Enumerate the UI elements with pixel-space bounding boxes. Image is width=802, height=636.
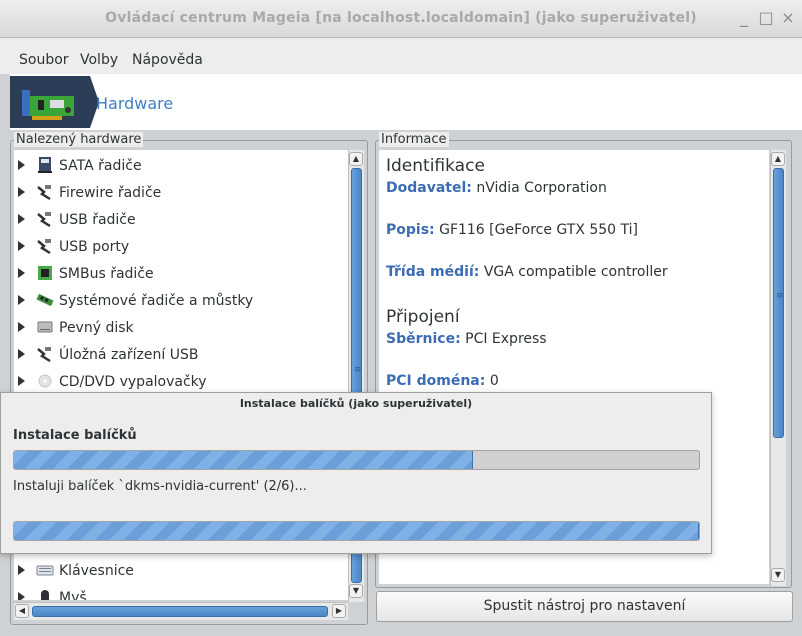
tree-item-label: Klávesnice bbox=[59, 563, 134, 579]
tree-item-system-controllers[interactable]: Systémové řadiče a můstky bbox=[14, 288, 348, 315]
scroll-down-button[interactable]: ▼ bbox=[349, 584, 363, 598]
tree-item-label: SATA řadiče bbox=[59, 158, 142, 174]
info-row-media-class: Třída médií: VGA compatible controller bbox=[386, 264, 668, 280]
info-value: VGA compatible controller bbox=[483, 264, 668, 280]
info-row-vendor: Dodavatel: nVidia Corporation bbox=[386, 180, 607, 196]
expand-arrow-icon[interactable] bbox=[18, 592, 25, 600]
keyboard-icon bbox=[36, 561, 54, 579]
tree-item-label: Pevný disk bbox=[59, 320, 134, 336]
grip-icon: ≡ bbox=[354, 365, 362, 375]
tree-item-label: Myš bbox=[59, 590, 87, 600]
expand-arrow-icon[interactable] bbox=[18, 214, 25, 224]
expand-arrow-icon[interactable] bbox=[18, 565, 25, 575]
close-button[interactable]: × bbox=[779, 9, 797, 27]
info-scrollbar[interactable]: ▲ ≡ ▼ bbox=[770, 150, 786, 586]
progress-bar-secondary bbox=[13, 521, 700, 541]
info-row-bus: Sběrnice: PCI Express bbox=[386, 331, 547, 347]
info-value: 0 bbox=[489, 373, 499, 389]
section-heading-connection: Připojení bbox=[386, 307, 460, 327]
tree-item-label: SMBus řadiče bbox=[59, 266, 154, 282]
plug-icon bbox=[36, 210, 54, 228]
tree-item-usb-controllers[interactable]: USB řadiče bbox=[14, 207, 348, 234]
plug-icon bbox=[36, 345, 54, 363]
progress-fill bbox=[14, 522, 699, 540]
info-label: Informace bbox=[379, 132, 449, 147]
minimize-button[interactable]: _ bbox=[735, 9, 753, 27]
menu-file-label: Soubor bbox=[19, 52, 69, 68]
menu-help[interactable]: Nápověda bbox=[132, 52, 203, 68]
info-key: PCI doména: bbox=[386, 373, 486, 389]
tree-item-sata[interactable]: SATA řadiče bbox=[14, 153, 348, 180]
scroll-up-button[interactable]: ▲ bbox=[349, 152, 363, 166]
info-key: Dodavatel: bbox=[386, 180, 472, 196]
memory-icon bbox=[36, 291, 54, 309]
expand-arrow-icon[interactable] bbox=[18, 295, 25, 305]
menubar: Soubor Volby Nápověda bbox=[0, 38, 802, 74]
disk-controller-icon bbox=[36, 156, 54, 174]
scroll-right-button[interactable]: ▶ bbox=[332, 604, 346, 618]
grip-icon: ≡ bbox=[776, 291, 784, 301]
scroll-up-button[interactable]: ▲ bbox=[771, 152, 785, 166]
info-value: PCI Express bbox=[465, 331, 547, 347]
window-titlebar: Ovládací centrum Mageia [na localhost.lo… bbox=[0, 0, 802, 38]
expand-arrow-icon[interactable] bbox=[18, 322, 25, 332]
expand-arrow-icon[interactable] bbox=[18, 268, 25, 278]
tree-item-usb-storage[interactable]: Úložná zařízení USB bbox=[14, 342, 348, 369]
tree-item-harddisk[interactable]: Pevný disk bbox=[14, 315, 348, 342]
hscroll-thumb[interactable] bbox=[32, 606, 328, 617]
section-title: Hardware bbox=[96, 94, 174, 113]
plug-icon bbox=[36, 183, 54, 201]
tree-item-label: USB řadiče bbox=[59, 212, 136, 228]
tree-item-mouse[interactable]: Myš bbox=[14, 585, 348, 600]
expand-arrow-icon[interactable] bbox=[18, 376, 25, 386]
scroll-left-button[interactable]: ◀ bbox=[15, 604, 29, 618]
tree-item-usb-ports[interactable]: USB porty bbox=[14, 234, 348, 261]
tree-item-label: Firewire řadiče bbox=[59, 185, 162, 201]
expand-arrow-icon[interactable] bbox=[18, 160, 25, 170]
info-value: nVidia Corporation bbox=[476, 180, 607, 196]
plug-icon bbox=[36, 237, 54, 255]
dialog-heading: Instalace balíčků bbox=[13, 428, 137, 443]
tree-item-firewire[interactable]: Firewire řadiče bbox=[14, 180, 348, 207]
info-row-pci-domain: PCI doména: 0 bbox=[386, 373, 499, 389]
cd-icon bbox=[36, 372, 54, 390]
dialog-status: Instaluji balíček `dkms-nvidia-current' … bbox=[13, 479, 307, 494]
scroll-thumb[interactable]: ≡ bbox=[773, 168, 784, 438]
progress-bar-main bbox=[13, 450, 700, 470]
menu-options[interactable]: Volby bbox=[80, 52, 118, 68]
tree-item-label: CD/DVD vypalovačky bbox=[59, 374, 207, 390]
info-key: Sběrnice: bbox=[386, 331, 461, 347]
scroll-down-button[interactable]: ▼ bbox=[771, 568, 785, 582]
section-heading-identification: Identifikace bbox=[386, 156, 485, 176]
info-value: GF116 [GeForce GTX 550 Ti] bbox=[439, 222, 639, 238]
info-key: Třída médií: bbox=[386, 264, 480, 280]
mouse-icon bbox=[36, 588, 54, 600]
menu-help-label: Nápověda bbox=[132, 52, 203, 68]
info-key: Popis: bbox=[386, 222, 435, 238]
expand-arrow-icon[interactable] bbox=[18, 187, 25, 197]
tree-item-smbus[interactable]: SMBus řadiče bbox=[14, 261, 348, 288]
harddisk-icon bbox=[36, 318, 54, 336]
menu-options-label: Volby bbox=[80, 52, 119, 68]
window-title: Ovládací centrum Mageia [na localhost.lo… bbox=[105, 10, 697, 26]
tree-item-label: Úložná zařízení USB bbox=[59, 347, 199, 363]
install-packages-dialog: Instalace balíčků (jako superuživatel) I… bbox=[0, 392, 712, 554]
progress-fill bbox=[14, 451, 473, 469]
chip-icon bbox=[36, 264, 54, 282]
info-row-description: Popis: GF116 [GeForce GTX 550 Ti] bbox=[386, 222, 638, 238]
dialog-title: Instalace balíčků (jako superuživatel) bbox=[239, 397, 473, 410]
hardware-card-icon bbox=[10, 76, 90, 128]
found-hardware-label: Nalezený hardware bbox=[14, 132, 144, 147]
maximize-button[interactable]: □ bbox=[757, 9, 775, 27]
tree-item-keyboard[interactable]: Klávesnice bbox=[14, 558, 348, 585]
tree-item-label: Systémové řadiče a můstky bbox=[59, 293, 254, 309]
expand-arrow-icon[interactable] bbox=[18, 349, 25, 359]
tree-item-label: USB porty bbox=[59, 239, 130, 255]
expand-arrow-icon[interactable] bbox=[18, 241, 25, 251]
run-setup-tool-button[interactable]: Spustit nástroj pro nastavení bbox=[376, 591, 793, 622]
hardware-tree-hscrollbar[interactable]: ◀ ▶ bbox=[14, 602, 348, 620]
section-banner: Hardware bbox=[10, 74, 802, 130]
menu-file[interactable]: Soubor bbox=[19, 52, 69, 68]
